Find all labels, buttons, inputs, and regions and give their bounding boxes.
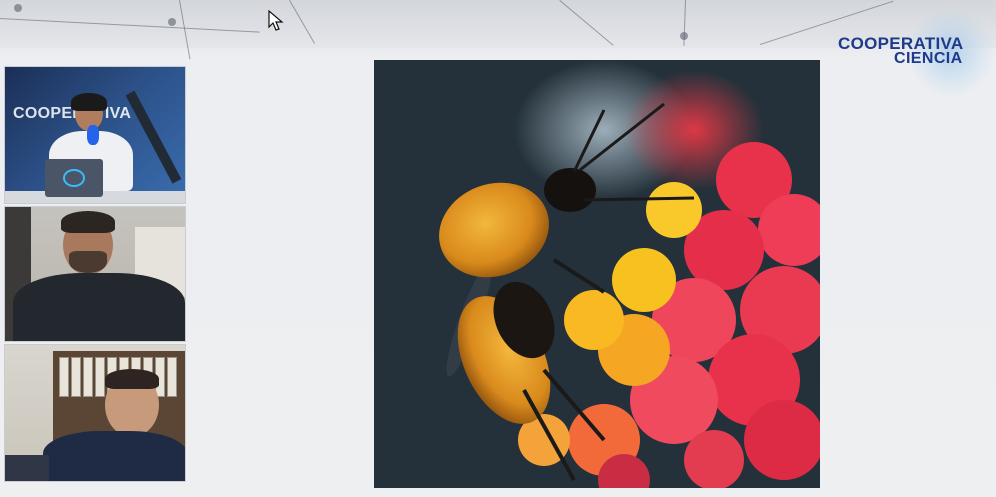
- guest1-shirt: [13, 273, 185, 341]
- mic-arm: [125, 90, 182, 184]
- participant-tile-guest-2[interactable]: [4, 344, 186, 482]
- host-hair: [71, 93, 107, 111]
- microphone-icon: [87, 125, 99, 145]
- guest1-hair: [61, 211, 115, 233]
- guest2-jacket: [43, 431, 185, 481]
- video-call-stage: COOPERATIVA CIENCIA COOPERATIVA: [0, 0, 996, 497]
- binder: [95, 357, 105, 397]
- network-node: [14, 4, 22, 12]
- network-line: [559, 0, 614, 46]
- participant-tile-host[interactable]: COOPERATIVA: [4, 66, 186, 204]
- network-line: [179, 0, 191, 60]
- cooperativa-ciencia-logo: COOPERATIVA CIENCIA: [828, 8, 996, 100]
- network-line: [0, 18, 260, 33]
- guest1-beard: [69, 251, 107, 273]
- guest2-hair: [105, 369, 159, 389]
- logo-text-line2: CIENCIA: [894, 50, 963, 67]
- binder: [167, 357, 177, 397]
- network-line: [289, 0, 315, 44]
- chair: [5, 455, 49, 481]
- laptop: [45, 159, 103, 197]
- binder: [71, 357, 81, 397]
- shared-photo-bumblebee[interactable]: [374, 60, 820, 488]
- participant-tile-guest-1[interactable]: [4, 206, 186, 342]
- laptop-logo-icon: [63, 169, 85, 187]
- network-node: [168, 18, 176, 26]
- binder: [59, 357, 69, 397]
- mouse-pointer-icon: [268, 10, 284, 31]
- network-node: [680, 32, 688, 40]
- binder: [83, 357, 93, 397]
- bumblebee-illustration: [374, 60, 820, 488]
